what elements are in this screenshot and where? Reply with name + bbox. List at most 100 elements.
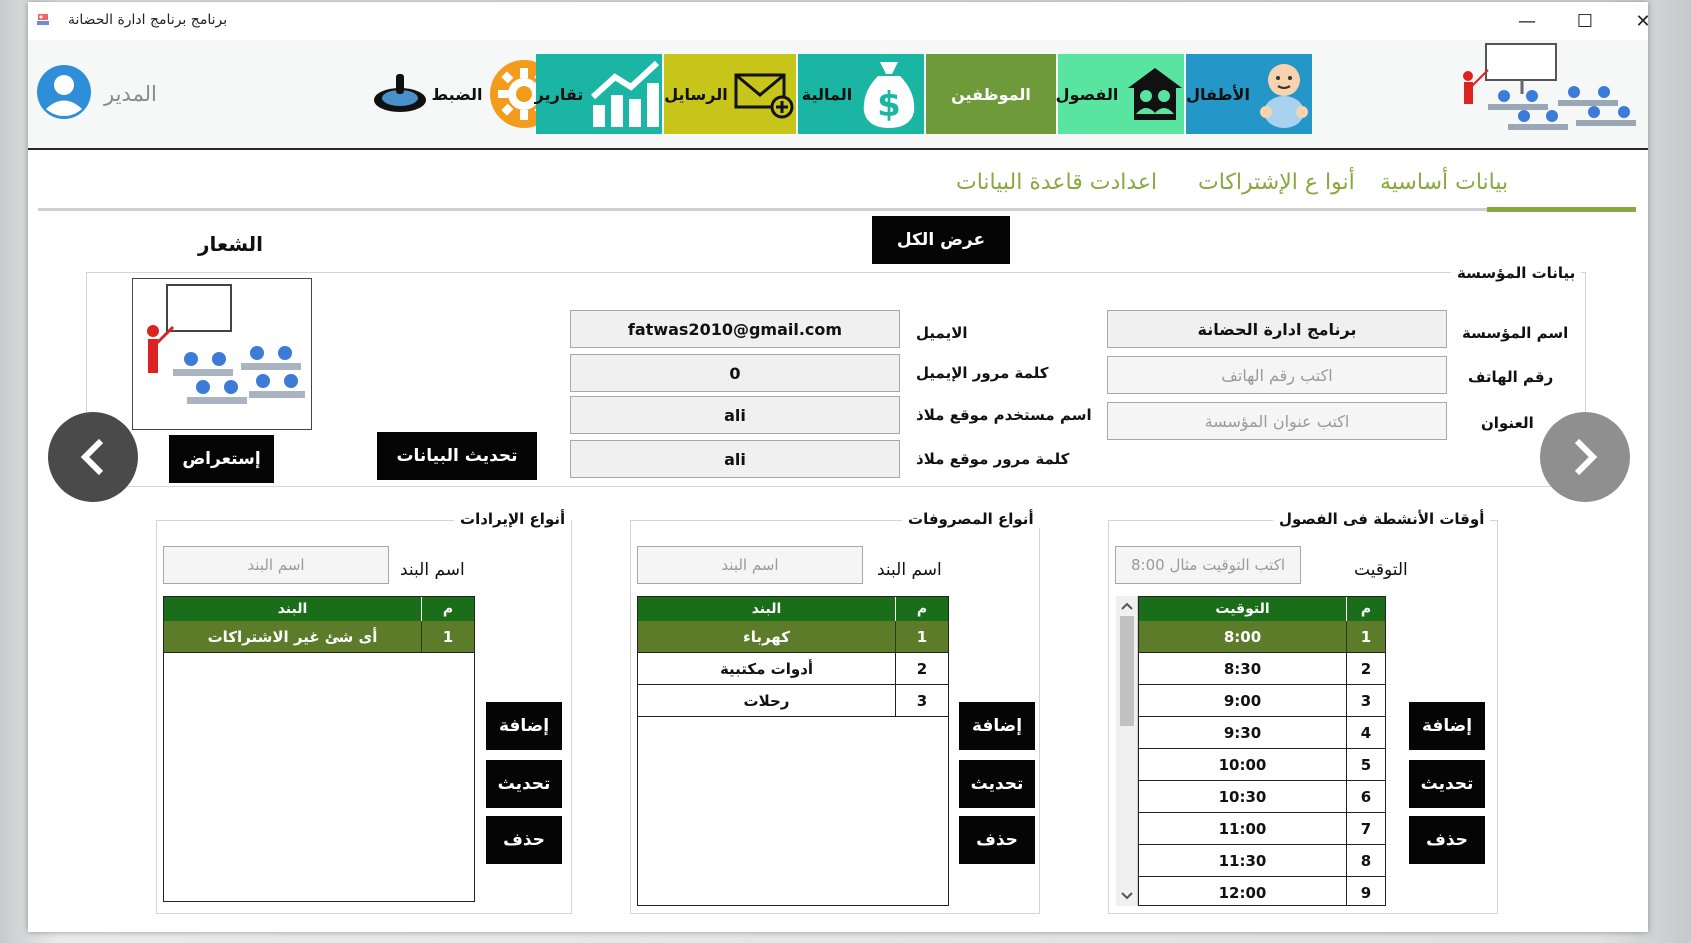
phone-field[interactable]: اكتب رقم الهاتف <box>1107 356 1447 394</box>
table-header: البند م <box>164 597 474 621</box>
update-data-button[interactable]: تحديث البيانات <box>377 432 537 480</box>
chart-icon <box>591 60 660 127</box>
malath-username-field[interactable]: ali <box>570 396 900 434</box>
power-icon[interactable] <box>372 70 428 114</box>
table-row[interactable]: 9:00 3 <box>1139 685 1385 717</box>
address-label: العنوان <box>1481 414 1534 432</box>
address-field[interactable]: اكتب عنوان المؤسسة <box>1107 402 1447 440</box>
malath-password-label: كلمة مرور موقع ملاذ <box>916 450 1070 468</box>
cell-num: 1 <box>1360 627 1372 646</box>
expense-item-label: اسم البند <box>877 560 942 580</box>
column-header-item[interactable]: البند <box>164 597 422 621</box>
cell-num: 5 <box>1360 755 1372 774</box>
revenues-table[interactable]: البند م أى شئ غير الاشتراكات 1 <box>163 596 475 902</box>
close-button[interactable]: ✕ <box>1620 6 1648 36</box>
activity-times-table[interactable]: التوقيت م 8:00 1 8:30 2 9:00 3 9:30 4 10:00 5… <box>1138 596 1386 906</box>
cell-time: 11:30 <box>1139 845 1347 876</box>
expenses-table[interactable]: البند م كهرباء 1 أدوات مكتبية 2 رحلات 3 <box>637 596 949 906</box>
cell-item: كهرباء <box>638 621 896 652</box>
revenue-add-button[interactable]: إضافة <box>486 702 562 750</box>
cell-num: 1 <box>916 627 928 646</box>
table-row[interactable]: 8:00 1 <box>1139 621 1385 653</box>
tab-subscription-types[interactable]: أنوا ع الإشتراكات <box>1198 170 1355 195</box>
malath-password-field[interactable]: ali <box>570 440 900 478</box>
cell-time: 10:00 <box>1139 749 1347 780</box>
envelope-icon <box>734 73 794 119</box>
institution-name-label: اسم المؤسسة <box>1462 324 1569 342</box>
expense-delete-button[interactable]: حذف <box>959 816 1035 864</box>
activity-time-label: التوقيت <box>1354 560 1408 580</box>
cell-time: 8:00 <box>1139 621 1347 652</box>
table-row[interactable]: 10:00 5 <box>1139 749 1385 781</box>
revenue-item-input[interactable]: اسم البند <box>163 546 389 584</box>
maximize-button[interactable]: ☐ <box>1562 6 1608 36</box>
finance-label: المالية <box>801 84 853 104</box>
cell-time: 12:00 <box>1139 877 1347 905</box>
column-header-num[interactable]: م <box>896 597 948 621</box>
column-header-item[interactable]: البند <box>638 597 896 621</box>
expense-item-input[interactable]: اسم البند <box>637 546 863 584</box>
table-row[interactable]: 9:30 4 <box>1139 717 1385 749</box>
tab-basic-data[interactable]: بيانات أساسية <box>1380 170 1508 195</box>
cell-num: 4 <box>1360 723 1372 742</box>
table-row[interactable]: أدوات مكتبية 2 <box>638 653 948 685</box>
column-header-time[interactable]: التوقيت <box>1139 597 1347 621</box>
table-row[interactable]: 11:00 7 <box>1139 813 1385 845</box>
scrollbar-thumb[interactable] <box>1120 616 1134 726</box>
messages-button[interactable]: الرسايل <box>664 54 796 134</box>
activity-delete-button[interactable]: حذف <box>1409 816 1485 864</box>
email-password-label: كلمة مرور الإيميل <box>916 364 1049 382</box>
expense-update-button[interactable]: تحديث <box>959 760 1035 808</box>
cell-num: 1 <box>442 627 454 646</box>
email-field[interactable]: fatwas2010@gmail.com <box>570 310 900 348</box>
column-header-num[interactable]: م <box>1347 597 1385 621</box>
children-button[interactable]: الأطفال <box>1186 54 1312 134</box>
phone-label: رقم الهاتف <box>1468 368 1554 386</box>
cell-num: 3 <box>1360 691 1372 710</box>
chevron-right-icon <box>1574 438 1598 476</box>
next-arrow-button[interactable] <box>1540 412 1630 502</box>
table-row[interactable]: كهرباء 1 <box>638 621 948 653</box>
title-bar: برنامج برنامج ادارة الحضانة — ☐ ✕ <box>28 2 1648 40</box>
employees-label: الموظفين <box>951 84 1031 104</box>
employees-button[interactable]: الموظفين <box>926 54 1056 134</box>
institution-name-field[interactable]: برنامج ادارة الحضانة <box>1107 310 1447 348</box>
reports-label: تقارير <box>534 84 584 104</box>
revenue-delete-button[interactable]: حذف <box>486 816 562 864</box>
classes-button[interactable]: الفصول <box>1056 54 1184 134</box>
activity-time-input[interactable]: اكتب التوقيت مثال 8:00 <box>1115 546 1301 584</box>
email-password-field[interactable]: 0 <box>570 354 900 392</box>
expense-add-button[interactable]: إضافة <box>959 702 1035 750</box>
activity-times-scrollbar[interactable] <box>1116 596 1138 906</box>
user-avatar-icon[interactable] <box>36 64 92 120</box>
minimize-button[interactable]: — <box>1504 6 1550 36</box>
cell-time: 9:30 <box>1139 717 1347 748</box>
table-header: البند م <box>638 597 948 621</box>
logo-title: الشعار <box>198 232 264 256</box>
svg-text:$: $ <box>877 85 901 125</box>
tab-db-settings[interactable]: اعدادت قاعدة البيانات <box>956 170 1157 195</box>
table-row[interactable]: 8:30 2 <box>1139 653 1385 685</box>
cell-item: أى شئ غير الاشتراكات <box>164 621 422 652</box>
table-row[interactable]: 12:00 9 <box>1139 877 1385 905</box>
scroll-down-icon[interactable] <box>1116 886 1138 906</box>
revenue-update-button[interactable]: تحديث <box>486 760 562 808</box>
browse-button[interactable]: إستعراض <box>169 435 274 483</box>
table-row[interactable]: 10:30 6 <box>1139 781 1385 813</box>
activity-add-button[interactable]: إضافة <box>1409 702 1485 750</box>
scroll-up-icon[interactable] <box>1116 596 1138 616</box>
cell-num: 2 <box>916 659 928 678</box>
reports-button[interactable]: تقارير <box>534 54 662 134</box>
classroom-logo-image <box>1463 43 1636 130</box>
tab-strip-divider <box>38 208 1636 211</box>
show-all-button[interactable]: عرض الكل <box>872 216 1010 264</box>
activity-update-button[interactable]: تحديث <box>1409 760 1485 808</box>
column-header-num[interactable]: م <box>422 597 474 621</box>
table-row[interactable]: 11:30 8 <box>1139 845 1385 877</box>
previous-arrow-button[interactable] <box>48 412 138 502</box>
cell-num: 8 <box>1360 851 1372 870</box>
table-row[interactable]: رحلات 3 <box>638 685 948 717</box>
table-row[interactable]: أى شئ غير الاشتراكات 1 <box>164 621 474 653</box>
finance-button[interactable]: المالية $ <box>798 54 924 134</box>
children-label: الأطفال <box>1186 84 1250 104</box>
